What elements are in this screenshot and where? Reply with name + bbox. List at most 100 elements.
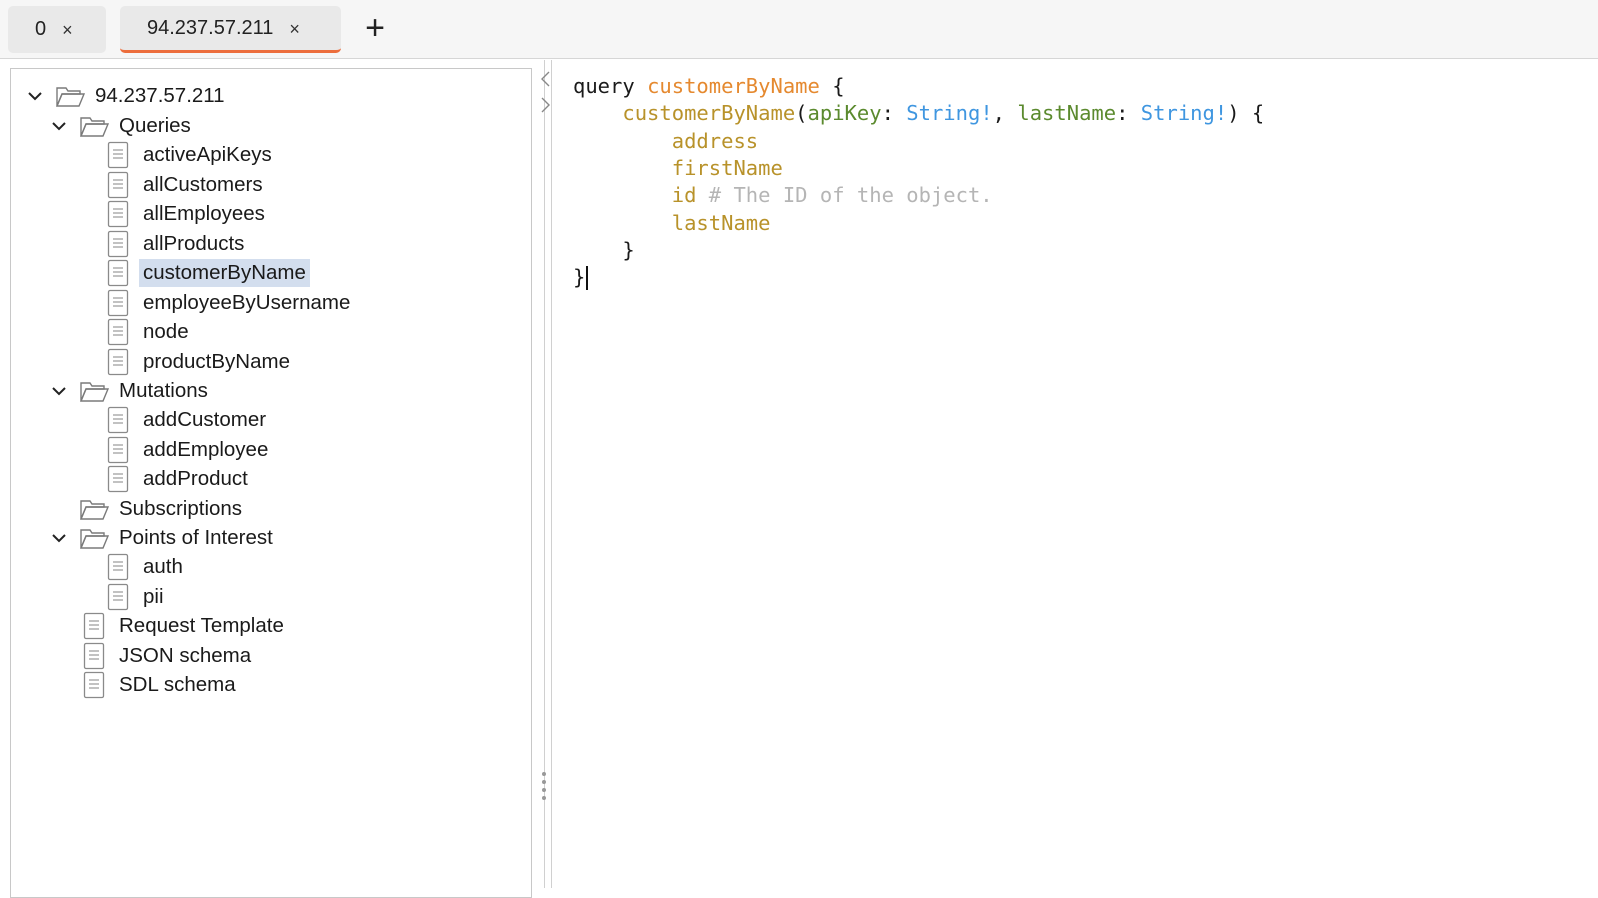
tree-item-query[interactable]: employeeByUsername (103, 289, 354, 317)
tree-item-label: productByName (143, 349, 290, 373)
tab-0[interactable]: 0 × (8, 6, 106, 53)
tree-folder-label: Subscriptions (119, 497, 243, 520)
tree-item-mutation[interactable]: addProduct (103, 465, 252, 493)
field-name: customerByName (622, 101, 796, 125)
open-brace: { (1251, 101, 1265, 125)
field-name: firstName (671, 156, 783, 180)
paren-close: ) (1227, 101, 1240, 125)
chevron-down-icon[interactable] (48, 527, 70, 549)
code-line-6: lastName (573, 210, 771, 237)
tree-item-query[interactable]: productByName (103, 348, 294, 376)
tree-item-label: Request Template (119, 614, 284, 637)
tree-item-label: node (143, 320, 189, 343)
code-line-7: } (573, 237, 635, 264)
tree-item-label: auth (143, 555, 183, 578)
code-line-2: customerByName(apiKey: String!, lastName… (573, 100, 1264, 127)
tree-item-poi[interactable]: auth (103, 553, 187, 581)
tree-folder-subscriptions[interactable]: Subscriptions (79, 495, 246, 523)
code-line-5: id # The ID of the object. (573, 182, 993, 209)
tree-item-label: activeApiKeys (143, 143, 272, 166)
tree-item-query[interactable]: customerByName (103, 259, 310, 287)
close-icon[interactable]: × (62, 20, 73, 41)
comma: , (992, 101, 1006, 125)
open-brace: { (832, 74, 845, 98)
tree-folder-mutations[interactable]: Mutations (79, 377, 212, 405)
tree-folder-points-of-interest[interactable]: Points of Interest (79, 524, 277, 552)
arg-name: lastName (1017, 101, 1117, 125)
new-tab-button[interactable]: + (358, 10, 392, 46)
tree-root-label: 94.237.57.211 (95, 84, 225, 107)
folder-open-icon (79, 113, 109, 139)
tree-item-query[interactable]: allProducts (103, 230, 248, 258)
tree-item-label: addProduct (143, 467, 248, 490)
tree-item-file[interactable]: SDL schema (79, 671, 240, 699)
folder-open-icon (79, 378, 109, 404)
folder-open-icon (79, 525, 109, 551)
query-editor[interactable]: query customerByName { customerByName(ap… (553, 60, 1598, 888)
tree-item-query[interactable]: allEmployees (103, 200, 269, 228)
field-name: address (671, 129, 759, 153)
tree-item-label: pii (143, 584, 164, 608)
tree-folder-label: Points of Interest (119, 526, 273, 549)
tree-item-label: employeeByUsername (143, 290, 351, 314)
document-icon (103, 583, 133, 610)
code-line-4: firstName (573, 155, 783, 182)
tab-bar: 0 × 94.237.57.211 × + (0, 0, 1598, 59)
arg-type: String! (1140, 101, 1228, 125)
document-icon (103, 348, 133, 375)
folder-open-icon (55, 83, 85, 109)
tree-folder-label: Mutations (119, 379, 208, 402)
tree-item-label: JSON schema (119, 643, 252, 667)
tree-folder-queries[interactable]: Queries (79, 112, 195, 140)
tree-item-label: allCustomers (143, 172, 263, 196)
field-name: id (671, 183, 697, 207)
close-brace: } (573, 265, 586, 289)
chevron-down-icon[interactable] (24, 85, 46, 107)
drag-handle-icon[interactable] (541, 770, 547, 800)
tree-item-mutation[interactable]: addCustomer (103, 406, 270, 434)
query-keyword: query (573, 74, 635, 98)
document-icon (103, 141, 133, 169)
panel-splitter[interactable] (536, 60, 552, 888)
code-line-1: query customerByName { (573, 73, 845, 100)
close-icon[interactable]: × (289, 19, 300, 40)
tab-label: 0 (35, 18, 47, 40)
tree-folder-label: Queries (119, 114, 191, 137)
tab-94-237-57-211[interactable]: 94.237.57.211 × (120, 6, 341, 53)
tree-item-mutation[interactable]: addEmployee (103, 436, 272, 464)
schema-tree-panel (10, 68, 532, 898)
tree-item-label: SDL schema (119, 673, 236, 696)
document-icon (103, 406, 133, 434)
document-icon (103, 259, 133, 287)
chevron-down-icon[interactable] (48, 380, 70, 402)
document-icon (103, 318, 133, 346)
tree-item-label: allEmployees (143, 202, 265, 225)
tree-item-poi[interactable]: pii (103, 583, 168, 611)
tree-root[interactable]: 94.237.57.211 (55, 82, 229, 110)
document-icon (103, 200, 133, 228)
collapse-arrows-icon[interactable] (539, 70, 551, 120)
document-icon (103, 171, 133, 198)
tree-item-file[interactable]: Request Template (79, 612, 288, 640)
document-icon (79, 671, 109, 699)
tab-label: 94.237.57.211 (147, 16, 274, 39)
document-icon (103, 553, 133, 581)
folder-open-icon (79, 496, 109, 522)
close-brace: } (622, 238, 635, 262)
tree-item-label: addEmployee (143, 437, 269, 461)
colon: : (881, 101, 894, 125)
tree-item-query[interactable]: activeApiKeys (103, 141, 276, 169)
document-icon (103, 230, 133, 257)
document-icon (103, 465, 133, 493)
tree-item-query[interactable]: allCustomers (103, 171, 267, 199)
document-icon (79, 642, 109, 669)
arg-type: String! (906, 101, 993, 125)
code-line-3: address (573, 128, 758, 155)
tree-item-label: addCustomer (143, 408, 267, 431)
document-icon (79, 612, 109, 640)
chevron-down-icon[interactable] (48, 115, 70, 137)
tree-item-query[interactable]: node (103, 318, 193, 346)
arg-name: apiKey (807, 101, 882, 125)
tree-item-file[interactable]: JSON schema (79, 642, 255, 670)
paren-open: ( (795, 101, 808, 125)
